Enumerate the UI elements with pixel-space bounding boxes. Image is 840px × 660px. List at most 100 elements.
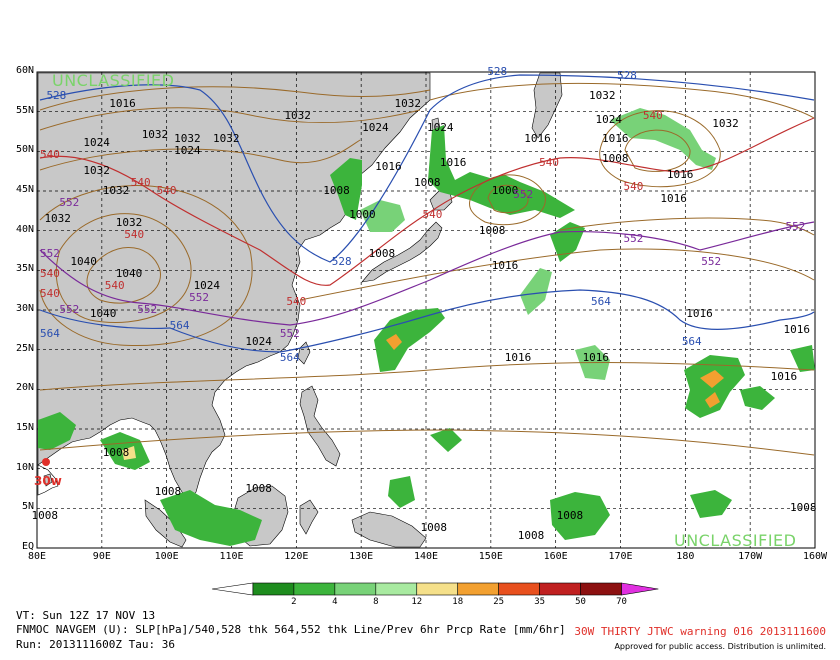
colorbar-value: 70 <box>616 597 627 607</box>
slp-label: 1008 <box>602 152 629 166</box>
slp-label: 1024 <box>362 120 389 134</box>
thickness-label: 552 <box>39 247 60 261</box>
model-description-text: FNMOC NAVGEM (U): SLP[hPa]/540,528 thk 5… <box>16 623 566 636</box>
longitude-label: 120E <box>284 551 309 562</box>
jtwc-warning-text: 30W THIRTY JTWC warning 016 2013111600 <box>574 625 826 638</box>
colorbar-cell <box>416 582 459 596</box>
slp-label: 1032 <box>712 116 739 130</box>
latitude-label: 30N <box>15 303 34 314</box>
thickness-label: 540 <box>422 207 443 221</box>
slp-label: 1024 <box>426 120 454 134</box>
slp-label: 1008 <box>517 529 545 543</box>
thickness-label: 540 <box>286 295 307 309</box>
latitude-label: 60N <box>15 65 34 76</box>
storm-label-30w: 30w <box>34 474 62 488</box>
thickness-label: 528 <box>487 65 508 78</box>
slp-label: 1008 <box>414 176 441 190</box>
slp-label: 1008 <box>556 509 584 523</box>
slp-label: 1016 <box>582 350 610 364</box>
slp-label: 1008 <box>420 521 447 535</box>
longitude-label: 140E <box>413 551 439 562</box>
thickness-label: 552 <box>623 231 644 245</box>
thickness-label: 540 <box>39 267 60 281</box>
slp-label: 1024 <box>83 136 110 150</box>
slp-label: 1016 <box>524 132 551 146</box>
slp-label: 1016 <box>602 132 629 146</box>
slp-label: 1008 <box>245 481 272 495</box>
slp-label: 1040 <box>70 255 97 269</box>
thickness-label: 528 <box>46 88 67 102</box>
slp-label: 1016 <box>491 259 519 273</box>
slp-label: 1016 <box>666 168 694 182</box>
distribution-statement: Approved for public access. Distribution… <box>614 642 826 651</box>
latitude-label: 55N <box>15 104 34 116</box>
slp-label: 1008 <box>323 184 350 197</box>
slp-label: 1016 <box>660 191 687 205</box>
colorbar-value: 35 <box>534 597 546 607</box>
latitude-label: 35N <box>15 263 34 275</box>
colorbar-value: 12 <box>411 597 423 607</box>
thickness-label: 540 <box>539 156 560 170</box>
thickness-label: 552 <box>137 303 158 316</box>
slp-label: 1032 <box>44 211 71 225</box>
colorbar-low-arrow <box>211 582 254 596</box>
longitude-label: 180 <box>676 551 695 562</box>
slp-label: 1032 <box>102 184 130 197</box>
slp-label: 1016 <box>770 370 798 384</box>
slp-label: 1016 <box>504 350 532 364</box>
classification-banner-bottom: UNCLASSIFIED <box>674 531 797 550</box>
slp-label: 1032 <box>394 96 422 110</box>
thickness-label: 552 <box>189 291 209 305</box>
thickness-label: 564 <box>681 334 702 348</box>
thickness-label: 552 <box>785 219 806 233</box>
latitude-label: 40N <box>15 223 34 235</box>
slp-label: 1032 <box>141 128 169 142</box>
latitude-label: 15N <box>15 422 34 433</box>
colorbar-cell <box>457 582 499 596</box>
longitude-label: 80E <box>27 551 47 562</box>
longitude-label: 160W <box>802 551 828 562</box>
slp-label: 1032 <box>174 132 201 146</box>
slp-label: 1008 <box>154 485 182 499</box>
slp-label: 1008 <box>478 223 506 237</box>
classification-banner-top: UNCLASSIFIED <box>52 71 175 90</box>
slp-label: 1024 <box>174 144 201 158</box>
longitude-label: 90E <box>92 551 111 562</box>
thickness-label: 540 <box>39 148 60 162</box>
slp-label: 1016 <box>375 160 402 174</box>
valid-time-text: VT: Sun 12Z 17 NOV 13 <box>16 609 156 622</box>
thickness-label: 552 <box>59 303 80 316</box>
latitude-label: 10N <box>15 461 34 473</box>
thickness-label: 540 <box>130 176 151 190</box>
slp-label: 1032 <box>83 164 110 178</box>
longitude-label: 170W <box>738 551 763 562</box>
latitude-label: 25N <box>15 342 34 354</box>
slp-label: 1024 <box>595 112 623 126</box>
thickness-label: 552 <box>701 255 722 269</box>
longitude-label: 130E <box>349 551 374 562</box>
thickness-label: 528 <box>331 255 352 269</box>
colorbar-cell <box>334 582 377 596</box>
storm-center-marker <box>42 458 50 466</box>
thickness-label: 540 <box>104 279 125 293</box>
latitude-label: 45N <box>15 184 34 195</box>
thickness-label: 564 <box>169 318 190 332</box>
longitude-label: 100E <box>154 551 179 562</box>
slp-label: 1008 <box>102 445 130 459</box>
slp-label: 1040 <box>89 306 117 320</box>
colorbar-value: 4 <box>332 597 338 607</box>
thickness-label: 564 <box>591 295 611 309</box>
slp-label: 1032 <box>213 132 240 146</box>
slp-label: 1008 <box>31 509 58 523</box>
latitude-label: 20N <box>15 382 34 394</box>
longitude-label: 170E <box>608 551 633 562</box>
slp-label: 1032 <box>284 108 311 122</box>
thickness-label: 540 <box>156 184 177 197</box>
colorbar-cell <box>252 582 295 596</box>
longitude-label: 160E <box>543 551 568 562</box>
thickness-label: 564 <box>279 350 300 364</box>
slp-label: 1008 <box>790 501 817 515</box>
thickness-label: 540 <box>642 108 663 122</box>
colorbar-value: 8 <box>373 597 379 607</box>
thickness-label: 564 <box>39 326 60 340</box>
